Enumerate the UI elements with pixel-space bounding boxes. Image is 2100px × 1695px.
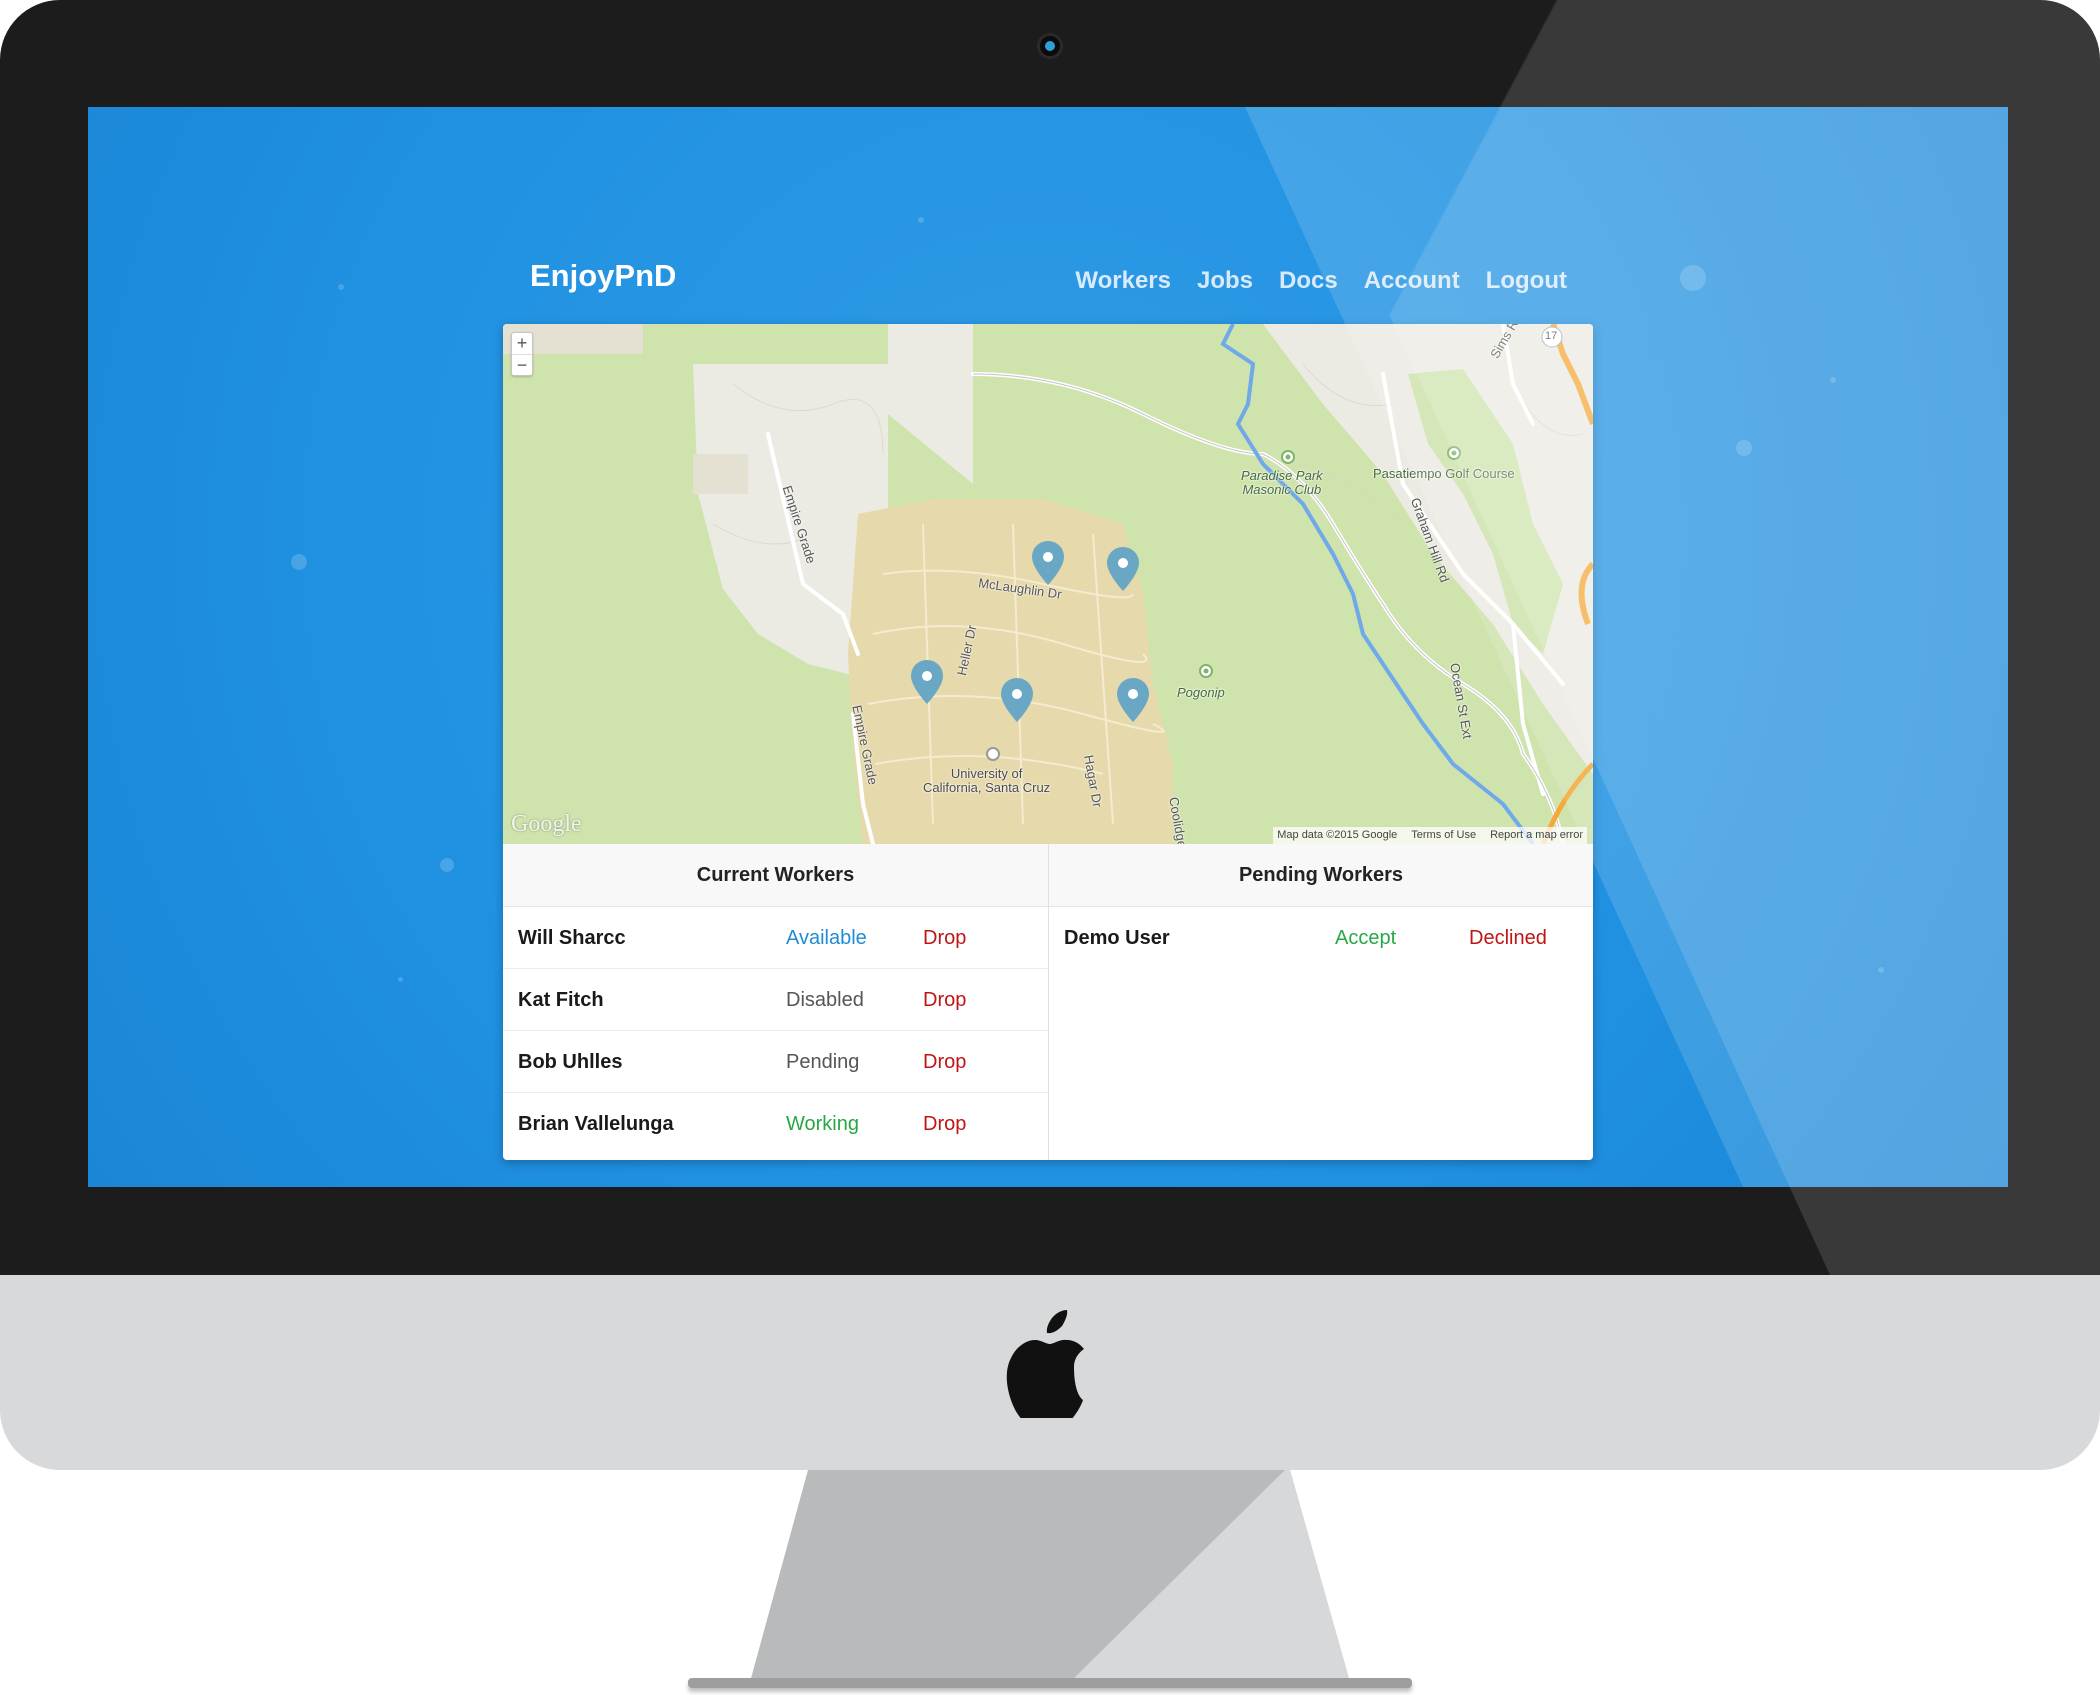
background-dot bbox=[1680, 265, 1706, 291]
nav-docs[interactable]: Docs bbox=[1279, 269, 1338, 293]
table-row: Brian Vallelunga Working Drop bbox=[503, 1093, 1048, 1155]
table-row: Demo User Accept Declined bbox=[1049, 907, 1593, 969]
worker-status: Pending bbox=[786, 1051, 860, 1073]
map-zoom-control: + − bbox=[511, 332, 533, 376]
background-dot bbox=[398, 977, 403, 982]
worker-name: Bob Uhlles bbox=[518, 1051, 623, 1073]
accept-button[interactable]: Accept bbox=[1335, 927, 1396, 949]
zoom-out-button[interactable]: − bbox=[512, 354, 532, 375]
paradise-label-line: Masonic Club bbox=[1242, 482, 1322, 498]
campus-label-line: California, Santa Cruz bbox=[923, 780, 1051, 796]
worker-status: Working bbox=[786, 1113, 859, 1135]
background-dot bbox=[1736, 440, 1752, 456]
map-attribution: Map data ©2015 Google Terms of Use Repor… bbox=[1273, 827, 1587, 844]
worker-status[interactable]: Available bbox=[786, 927, 867, 949]
attribution-report-link[interactable]: Report a map error bbox=[1490, 829, 1583, 842]
attribution-terms-link[interactable]: Terms of Use bbox=[1411, 829, 1476, 842]
decline-button[interactable]: Declined bbox=[1469, 927, 1547, 949]
background-dot bbox=[1830, 377, 1836, 383]
screen: EnjoyPnD Workers Jobs Docs Account Logou… bbox=[88, 107, 2008, 1187]
map-label-hwy17: 17 bbox=[1545, 330, 1558, 342]
table-row: Bob Uhlles Pending Drop bbox=[503, 1031, 1048, 1093]
workers-tables: Current Workers Will Sharcc Available Dr… bbox=[503, 844, 1593, 1160]
table-row: Kat Fitch Disabled Drop bbox=[503, 969, 1048, 1031]
drop-button[interactable]: Drop bbox=[923, 1051, 966, 1073]
drop-button[interactable]: Drop bbox=[923, 1113, 966, 1135]
drop-button[interactable]: Drop bbox=[923, 989, 966, 1011]
imac-stand-base bbox=[688, 1678, 1412, 1688]
nav-workers[interactable]: Workers bbox=[1075, 269, 1171, 293]
map-label-pogonip: Pogonip bbox=[1177, 685, 1225, 700]
attribution-map-data: Map data ©2015 Google bbox=[1277, 829, 1398, 841]
worker-name: Kat Fitch bbox=[518, 989, 604, 1011]
zoom-in-button[interactable]: + bbox=[512, 333, 532, 354]
imac-bezel: EnjoyPnD Workers Jobs Docs Account Logou… bbox=[0, 0, 2100, 1275]
map[interactable]: + − Empire Grade Empire Grade McLaughlin… bbox=[503, 324, 1593, 844]
background-dot bbox=[338, 284, 344, 290]
nav-account[interactable]: Account bbox=[1364, 269, 1460, 293]
worker-name: Brian Vallelunga bbox=[518, 1113, 674, 1135]
worker-name: Demo User bbox=[1064, 927, 1170, 949]
map-label-campus: University of California, Santa Cruz bbox=[923, 766, 1051, 796]
paradise-label-line: Paradise Park bbox=[1241, 468, 1323, 483]
workers-card: + − Empire Grade Empire Grade McLaughlin… bbox=[503, 324, 1593, 1160]
worker-name: Will Sharcc bbox=[518, 927, 626, 949]
table-row: Will Sharcc Available Drop bbox=[503, 907, 1048, 969]
background-dot bbox=[440, 858, 454, 872]
map-label-pasatiempo: Pasatiempo Golf Course bbox=[1373, 466, 1515, 481]
pending-workers-panel: Pending Workers Demo User Accept Decline… bbox=[1048, 844, 1593, 1160]
camera-icon bbox=[1037, 33, 1063, 59]
map-label-paradise: Paradise Park Masonic Club bbox=[1241, 468, 1323, 498]
nav-jobs[interactable]: Jobs bbox=[1197, 269, 1253, 293]
drop-button[interactable]: Drop bbox=[923, 927, 966, 949]
current-workers-title: Current Workers bbox=[503, 844, 1048, 907]
nav-links: Workers Jobs Docs Account Logout bbox=[1075, 269, 1567, 293]
google-logo: Google bbox=[511, 811, 582, 837]
apple-logo-icon bbox=[1006, 1310, 1084, 1418]
campus-label-line: University of bbox=[950, 766, 1023, 781]
background-dot bbox=[1878, 967, 1884, 973]
nav-logout[interactable]: Logout bbox=[1486, 269, 1567, 293]
pending-workers-title: Pending Workers bbox=[1049, 844, 1593, 907]
brand-logo[interactable]: EnjoyPnD bbox=[530, 260, 676, 291]
worker-status: Disabled bbox=[786, 989, 864, 1011]
background-dot bbox=[291, 554, 307, 570]
app: EnjoyPnD Workers Jobs Docs Account Logou… bbox=[503, 187, 1593, 1160]
navbar: EnjoyPnD Workers Jobs Docs Account Logou… bbox=[503, 187, 1593, 293]
current-workers-panel: Current Workers Will Sharcc Available Dr… bbox=[503, 844, 1048, 1160]
